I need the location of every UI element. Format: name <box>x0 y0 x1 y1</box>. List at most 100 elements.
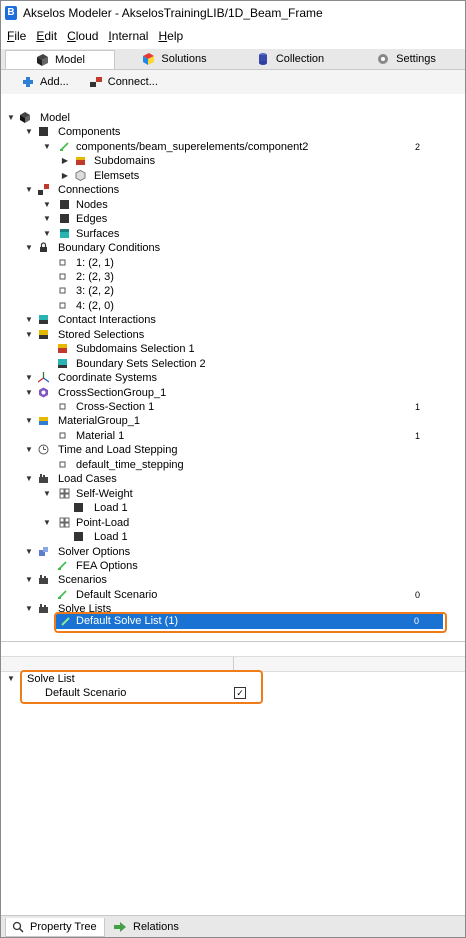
tree-row[interactable]: ▼ Model <box>1 111 465 125</box>
tree-row-label: components/beam_superelements/component2 <box>76 141 309 153</box>
chevron-down-icon[interactable]: ▼ <box>25 548 33 556</box>
tree-row-label: default_time_stepping <box>76 459 184 471</box>
tree-row[interactable]: ▼ Self-Weight <box>1 487 465 501</box>
chevron-down-icon[interactable]: ▼ <box>25 417 33 425</box>
tree-row[interactable]: Subdomains Selection 1 <box>1 342 465 356</box>
chevron-down-icon[interactable]: ▼ <box>25 605 33 613</box>
tree-row-label: Time and Load Stepping <box>58 444 178 456</box>
tree-row-label: Contact Interactions <box>58 314 156 326</box>
tree-row[interactable]: Default Scenario 0 <box>1 588 465 602</box>
tree-row-label: Model <box>40 112 70 124</box>
chevron-down-icon[interactable]: ▼ <box>7 114 15 122</box>
tree-row[interactable]: ▼ Solver Options <box>1 545 465 559</box>
tree-row[interactable]: ▼ Boundary Conditions <box>1 241 465 255</box>
menu-internal[interactable]: Internal <box>108 29 148 43</box>
tree-row-label: Coordinate Systems <box>58 372 158 384</box>
tree-row[interactable]: ▼ Load Cases <box>1 472 465 486</box>
tab-property-tree[interactable]: Property Tree <box>5 918 105 937</box>
tree-row[interactable]: ▼ Time and Load Stepping <box>1 443 465 457</box>
tree-row[interactable]: ▼ Coordinate Systems <box>1 371 465 385</box>
tab-model[interactable]: Model <box>5 50 115 69</box>
tree-row[interactable]: ▼ Edges <box>1 212 465 226</box>
tree-row[interactable]: ▶ Elemsets <box>1 169 465 183</box>
chevron-down-icon[interactable]: ▼ <box>43 215 51 223</box>
arrow-right-icon <box>114 922 126 932</box>
tab-relations[interactable]: Relations <box>105 918 185 936</box>
magnifier-icon <box>12 921 24 933</box>
tree-row[interactable]: ▼ Contact Interactions <box>1 313 465 327</box>
chevron-down-icon[interactable]: ▼ <box>25 446 33 454</box>
tree-row-label: Default Scenario <box>76 589 158 601</box>
subdomains-icon <box>75 155 86 166</box>
chevron-right-icon[interactable]: ▶ <box>61 157 69 165</box>
axes-icon <box>37 372 50 383</box>
chevron-down-icon[interactable]: ▼ <box>43 230 51 238</box>
model-icon <box>19 112 30 123</box>
tree-row[interactable]: ▼ Nodes <box>1 198 465 212</box>
tree-row[interactable]: ▼ Scenarios <box>1 573 465 587</box>
tree-row[interactable]: ▼ MaterialGroup_1 <box>1 414 465 428</box>
connect-button[interactable]: Connect... <box>89 76 158 88</box>
chevron-down-icon[interactable]: ▼ <box>43 201 51 209</box>
chevron-down-icon[interactable]: ▼ <box>25 316 33 324</box>
tab-collection[interactable]: Collection <box>235 50 345 68</box>
solver-options-icon <box>38 546 49 557</box>
load-icon <box>73 502 84 513</box>
menu-accelerator: H <box>158 29 168 43</box>
tree-row-label: Subdomains Selection 1 <box>76 343 195 355</box>
tree-row[interactable]: ▼ Connections <box>1 183 465 197</box>
chevron-down-icon[interactable]: ▼ <box>25 128 33 136</box>
connect-icon <box>89 77 102 87</box>
menu-cloud[interactable]: Cloud <box>67 29 98 43</box>
chevron-down-icon[interactable]: ▼ <box>25 331 33 339</box>
tree-row-label: MaterialGroup_1 <box>58 415 140 427</box>
chevron-down-icon[interactable]: ▼ <box>25 244 33 252</box>
column-divider[interactable] <box>233 657 234 671</box>
tree-row[interactable]: Load 1 <box>1 530 465 544</box>
tree-row[interactable]: 1: (2, 1) <box>1 256 465 270</box>
tree-row[interactable]: ▼ Surfaces <box>1 227 465 241</box>
chevron-down-icon[interactable]: ▼ <box>25 475 33 483</box>
tree-row[interactable]: ▶ Subdomains <box>1 154 465 168</box>
tree-row[interactable]: Load 1 <box>1 501 465 515</box>
pane-splitter[interactable] <box>1 641 465 642</box>
tree-row-label: 3: (2, 2) <box>76 285 114 297</box>
tree-row[interactable]: 4: (2, 0) <box>1 299 465 313</box>
tree-row[interactable]: 2: (2, 3) <box>1 270 465 284</box>
collection-cylinder-icon <box>258 53 267 65</box>
menu-edit[interactable]: Edit <box>36 29 57 43</box>
chevron-down-icon[interactable]: ▼ <box>7 675 15 683</box>
tree-row[interactable]: ▼ Components <box>1 125 465 139</box>
chevron-down-icon[interactable]: ▼ <box>43 143 51 151</box>
chevron-down-icon[interactable]: ▼ <box>25 374 33 382</box>
tree-row[interactable]: Boundary Sets Selection 2 <box>1 357 465 371</box>
grid-icon <box>59 517 70 528</box>
menu-help[interactable]: Help <box>158 29 183 43</box>
tree-row[interactable]: ▼ Point-Load <box>1 516 465 530</box>
tree-row[interactable]: ▼ components/beam_superelements/component… <box>1 140 465 154</box>
tab-solutions[interactable]: Solutions <box>119 50 229 68</box>
chevron-down-icon[interactable]: ▼ <box>25 389 33 397</box>
tree-row[interactable]: 3: (2, 2) <box>1 284 465 298</box>
chevron-right-icon[interactable]: ▶ <box>61 172 69 180</box>
pencil-icon <box>57 589 68 600</box>
tree-row[interactable]: default_time_stepping <box>1 458 465 472</box>
gear-icon <box>378 54 389 64</box>
tree-row[interactable]: Material 1 1 <box>1 429 465 443</box>
chevron-down-icon[interactable]: ▼ <box>25 576 33 584</box>
cross-section-group-icon <box>38 387 49 398</box>
pencil-icon <box>57 560 68 571</box>
tree-row[interactable]: FEA Options <box>1 559 465 573</box>
tree-row[interactable]: ▼ Stored Selections <box>1 328 465 342</box>
tab-settings[interactable]: Settings <box>351 50 461 68</box>
chevron-down-icon[interactable]: ▼ <box>43 490 51 498</box>
tree-row[interactable]: Cross-Section 1 1 <box>1 400 465 414</box>
chevron-down-icon[interactable]: ▼ <box>25 186 33 194</box>
tree-row-label: 1: (2, 1) <box>76 257 114 269</box>
chevron-down-icon[interactable]: ▼ <box>43 519 51 527</box>
menu-file[interactable]: File <box>7 29 26 43</box>
tree-row[interactable]: ▼ CrossSectionGroup_1 <box>1 386 465 400</box>
add-button[interactable]: Add... <box>21 76 69 88</box>
nodes-icon <box>59 199 70 210</box>
highlight-outline-tree <box>54 612 447 633</box>
